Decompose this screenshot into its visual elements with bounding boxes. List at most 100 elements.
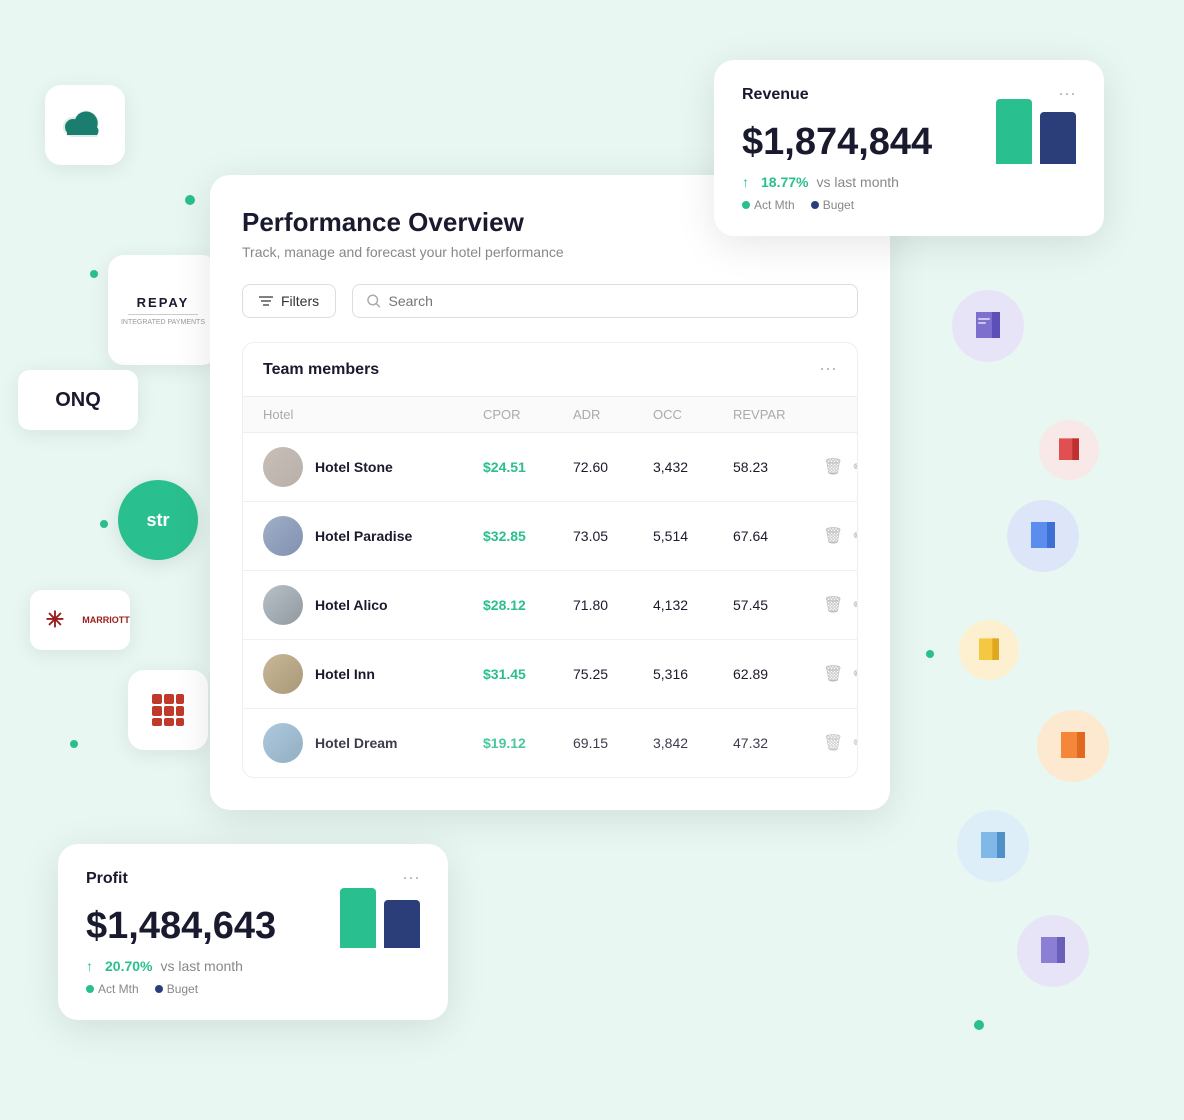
revenue-trend-icon: ↑ bbox=[742, 174, 749, 190]
hotel-avatar-2 bbox=[263, 585, 303, 625]
marriott-icon: ✳ bbox=[30, 605, 80, 635]
hotel-name-2: Hotel Alico bbox=[315, 597, 388, 613]
edit-button-3[interactable]: ✏ bbox=[853, 664, 858, 684]
actions-3: 🗑 ✏ bbox=[823, 664, 858, 684]
revenue-bar-chart bbox=[996, 84, 1076, 164]
col-occ: OCC bbox=[653, 407, 733, 422]
revenue-bar-act bbox=[996, 99, 1032, 164]
search-bar bbox=[352, 284, 858, 318]
occ-3: 5,316 bbox=[653, 666, 733, 682]
col-revpar: REVPAR bbox=[733, 407, 823, 422]
filter-label: Filters bbox=[281, 293, 319, 309]
table-row: Hotel Dream $19.12 69.15 3,842 47.32 🗑 ✏ bbox=[243, 709, 857, 777]
filter-button[interactable]: Filters bbox=[242, 284, 336, 318]
revenue-change-pct: 18.77% bbox=[761, 174, 808, 190]
legend-dot-act bbox=[742, 201, 750, 209]
repay-logo-text: REPAY bbox=[137, 295, 190, 310]
col-hotel: Hotel bbox=[263, 407, 483, 422]
revpar-0: 58.23 bbox=[733, 459, 823, 475]
hotel-name-3: Hotel Inn bbox=[315, 666, 375, 682]
cpor-3: $31.45 bbox=[483, 666, 573, 682]
revenue-legend: Act Mth Buget bbox=[742, 198, 1076, 212]
table-row: Hotel Alico $28.12 71.80 4,132 57.45 🗑 ✏ bbox=[243, 571, 857, 640]
profit-trend-icon: ↑ bbox=[86, 958, 93, 974]
profit-legend: Act Mth Buget bbox=[86, 982, 420, 996]
occ-1: 5,514 bbox=[653, 528, 733, 544]
occ-2: 4,132 bbox=[653, 597, 733, 613]
repay-tagline: INTEGRATED PAYMENTS bbox=[121, 319, 205, 326]
book-icon-purple-bottom bbox=[1017, 915, 1089, 987]
profit-legend-act: Act Mth bbox=[98, 982, 139, 996]
actions-4: 🗑 ✏ bbox=[823, 733, 858, 753]
revpar-2: 57.45 bbox=[733, 597, 823, 613]
search-icon bbox=[367, 294, 380, 308]
edit-button-2[interactable]: ✏ bbox=[853, 595, 858, 615]
col-actions bbox=[823, 407, 858, 422]
revpar-1: 67.64 bbox=[733, 528, 823, 544]
book-icon-orange bbox=[1037, 710, 1109, 782]
str-logo-text: str bbox=[146, 510, 169, 531]
hotel-name-4: Hotel Dream bbox=[315, 735, 397, 751]
actions-1: 🗑 ✏ bbox=[823, 526, 858, 546]
profit-legend-dot-act bbox=[86, 985, 94, 993]
profit-bar-buget bbox=[384, 900, 420, 948]
revenue-title: Revenue bbox=[742, 86, 809, 104]
actions-2: 🗑 ✏ bbox=[823, 595, 858, 615]
hotel-avatar-1 bbox=[263, 516, 303, 556]
table-menu-button[interactable]: ⋯ bbox=[819, 359, 837, 380]
hotel-name-1: Hotel Paradise bbox=[315, 528, 412, 544]
table-row: Hotel Paradise $32.85 73.05 5,514 67.64 … bbox=[243, 502, 857, 571]
table-header: Team members ⋯ bbox=[243, 343, 857, 397]
revenue-legend-buget: Buget bbox=[823, 198, 854, 212]
onq-brand-card: ONQ bbox=[18, 370, 138, 430]
hotel-avatar-4 bbox=[263, 723, 303, 763]
profit-bar-chart bbox=[340, 868, 420, 948]
repay-brand-card: REPAY INTEGRATED PAYMENTS bbox=[108, 255, 218, 365]
delete-button-2[interactable]: 🗑 bbox=[823, 595, 843, 615]
hotel-cell-0: Hotel Stone bbox=[263, 447, 483, 487]
actions-0: 🗑 ✏ bbox=[823, 457, 858, 477]
svg-text:✳: ✳ bbox=[46, 607, 64, 632]
book-icon-red bbox=[1039, 420, 1099, 480]
book-icon-lightblue-circle bbox=[957, 810, 1029, 882]
delete-button-4[interactable]: 🗑 bbox=[823, 733, 843, 753]
occ-4: 3,842 bbox=[653, 735, 733, 751]
occ-0: 3,432 bbox=[653, 459, 733, 475]
hotel-cell-4: Hotel Dream bbox=[263, 723, 483, 763]
delete-button-0[interactable]: 🗑 bbox=[823, 457, 843, 477]
team-table: Team members ⋯ Hotel CPOR ADR OCC REVPAR… bbox=[242, 342, 858, 778]
revpar-3: 62.89 bbox=[733, 666, 823, 682]
profit-legend-buget: Buget bbox=[167, 982, 198, 996]
hotel-name-0: Hotel Stone bbox=[315, 459, 393, 475]
edit-button-0[interactable]: ✏ bbox=[853, 457, 858, 477]
table-row: Hotel Inn $31.45 75.25 5,316 62.89 🗑 ✏ bbox=[243, 640, 857, 709]
onq-logo-text: ONQ bbox=[55, 389, 101, 412]
delete-button-1[interactable]: 🗑 bbox=[823, 526, 843, 546]
col-adr: ADR bbox=[573, 407, 653, 422]
hotel-cell-1: Hotel Paradise bbox=[263, 516, 483, 556]
cloud-brand-card bbox=[45, 85, 125, 165]
filter-icon bbox=[259, 295, 273, 307]
revenue-legend-act: Act Mth bbox=[754, 198, 795, 212]
column-headers: Hotel CPOR ADR OCC REVPAR bbox=[243, 397, 857, 433]
profit-change-label: vs last month bbox=[160, 958, 242, 974]
book-icon-purple-circle bbox=[952, 290, 1024, 362]
waffle-brand-card bbox=[128, 670, 208, 750]
edit-button-1[interactable]: ✏ bbox=[853, 526, 858, 546]
book-icon-blue-circle bbox=[1007, 500, 1079, 572]
hotel-cell-3: Hotel Inn bbox=[263, 654, 483, 694]
marriott-brand-card: ✳ MARRIOTT bbox=[30, 590, 130, 650]
col-cpor: CPOR bbox=[483, 407, 573, 422]
search-input[interactable] bbox=[389, 293, 844, 309]
book-icon-yellow bbox=[959, 620, 1019, 680]
delete-button-3[interactable]: 🗑 bbox=[823, 664, 843, 684]
revenue-bar-buget bbox=[1040, 112, 1076, 164]
cpor-0: $24.51 bbox=[483, 459, 573, 475]
page-subtitle: Track, manage and forecast your hotel pe… bbox=[242, 244, 858, 260]
revpar-4: 47.32 bbox=[733, 735, 823, 751]
str-brand-card: str bbox=[118, 480, 198, 560]
cloud-icon bbox=[63, 109, 107, 141]
edit-button-4[interactable]: ✏ bbox=[853, 733, 858, 753]
adr-0: 72.60 bbox=[573, 459, 653, 475]
legend-dot-buget bbox=[811, 201, 819, 209]
